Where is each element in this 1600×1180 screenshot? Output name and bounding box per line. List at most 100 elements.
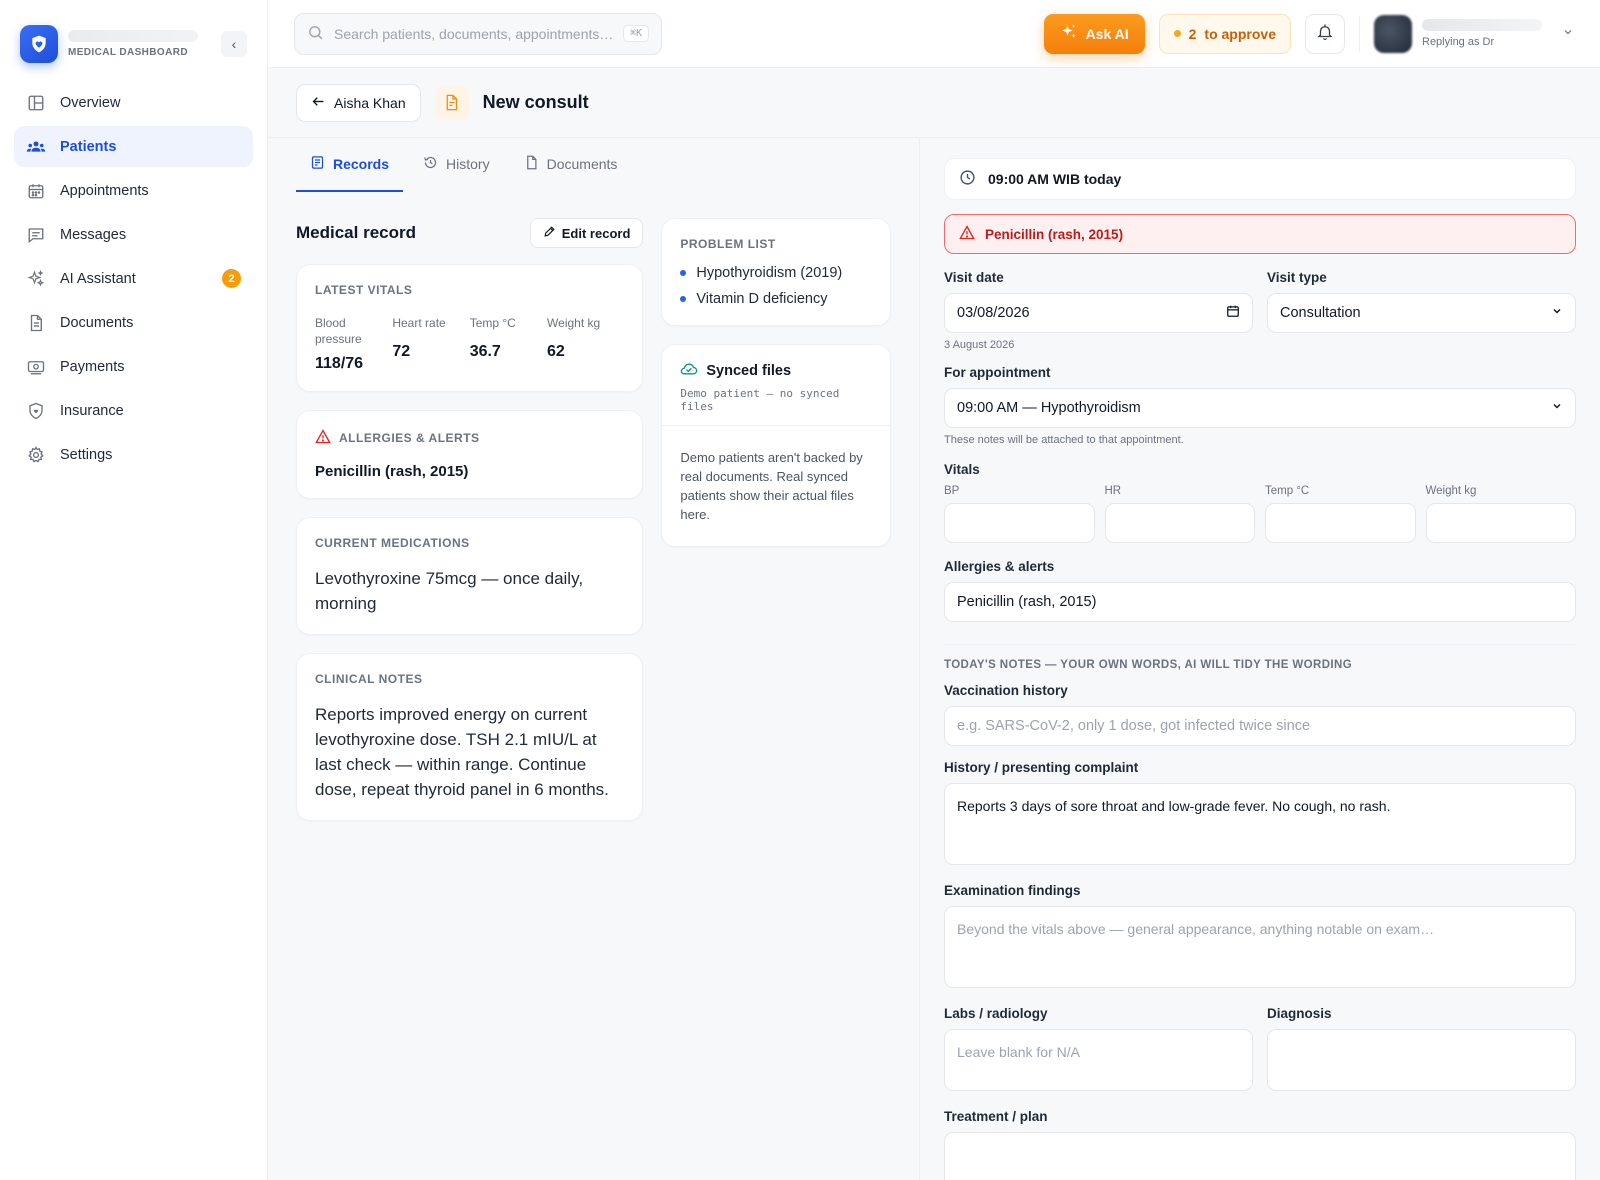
- approve-dot: [1173, 30, 1181, 37]
- hr-field: HR: [1104, 485, 1255, 543]
- visit-date-field: Visit date 03/08/2026 3 August 2026: [944, 270, 1253, 351]
- vaccination-field: Vaccination history: [944, 683, 1576, 746]
- tab-label: Documents: [546, 156, 618, 172]
- search-input[interactable]: [334, 25, 613, 42]
- weight-input[interactable]: [1425, 503, 1576, 543]
- approve-label: to approve: [1204, 25, 1276, 42]
- records-icon: [310, 155, 325, 173]
- vital-weight: Weight kg 62: [547, 315, 624, 373]
- back-to-patient-button[interactable]: Aisha Khan: [296, 83, 421, 122]
- bp-label: BP: [944, 485, 960, 497]
- vaccination-input[interactable]: [944, 706, 1576, 746]
- vital-blood-pressure: Blood pressure 118/76: [315, 315, 392, 373]
- medical-record-title: Medical record: [296, 223, 416, 242]
- vitals-card-label: LATEST VITALS: [315, 283, 413, 297]
- tab-documents[interactable]: Documents: [510, 138, 632, 192]
- sidebar-item-messages[interactable]: Messages: [14, 214, 253, 255]
- ask-ai-button[interactable]: Ask AI: [1043, 13, 1145, 54]
- notifications-button[interactable]: [1305, 13, 1345, 54]
- labs-field: Labs / radiology: [944, 1006, 1253, 1091]
- sidebar-item-label: Payments: [60, 358, 125, 375]
- calendar-icon: [1226, 304, 1240, 322]
- sidebar-item-payments[interactable]: Payments: [14, 346, 253, 387]
- records-columns: Medical record Edit record LATEST VITALS…: [296, 218, 891, 839]
- exam-textarea[interactable]: [944, 906, 1576, 988]
- ask-ai-label: Ask AI: [1085, 25, 1129, 42]
- sparkle-icon: [1060, 23, 1078, 44]
- search-box[interactable]: ⌘K: [294, 12, 662, 55]
- medications-card-label: CURRENT MEDICATIONS: [315, 536, 470, 550]
- visit-type-value: Consultation: [1280, 305, 1361, 321]
- list-item: Hypothyroidism (2019): [680, 265, 872, 281]
- bp-input[interactable]: [944, 503, 1095, 543]
- user-name-redacted: [1422, 19, 1542, 31]
- clinical-notes-card: CLINICAL NOTES Reports improved energy o…: [296, 653, 644, 821]
- tab-history[interactable]: History: [409, 138, 504, 192]
- temp-input[interactable]: [1265, 503, 1416, 543]
- history-icon: [423, 155, 438, 173]
- temp-label: Temp °C: [1265, 485, 1310, 497]
- to-approve-button[interactable]: 2 to approve: [1158, 13, 1291, 54]
- content-body: Records History Documents Medical record…: [268, 138, 1600, 1180]
- clock-icon: [959, 169, 976, 189]
- visit-row: Visit date 03/08/2026 3 August 2026 Visi…: [944, 270, 1576, 351]
- history-field: History / presenting complaint Reports 3…: [944, 760, 1576, 865]
- treatment-textarea[interactable]: [944, 1132, 1576, 1180]
- appointment-select[interactable]: 09:00 AM — Hypothyroidism: [944, 388, 1576, 428]
- tab-records[interactable]: Records: [296, 138, 404, 192]
- sidebar-item-overview[interactable]: Overview: [14, 82, 253, 123]
- ai-assistant-badge: 2: [222, 269, 241, 288]
- medications-card: CURRENT MEDICATIONS Levothyroxine 75mcg …: [296, 517, 644, 635]
- tab-label: History: [446, 156, 490, 172]
- vitals-grid: Blood pressure 118/76 Heart rate 72 Temp…: [315, 315, 624, 373]
- sidebar-item-ai-assistant[interactable]: AI Assistant 2: [14, 258, 253, 299]
- collapse-sidebar-button[interactable]: ‹: [221, 31, 247, 57]
- bell-icon: [1316, 23, 1334, 44]
- visit-type-field: Visit type Consultation: [1267, 270, 1576, 351]
- brand-subtitle: MEDICAL DASHBOARD: [68, 47, 188, 58]
- allergies-input[interactable]: [944, 582, 1576, 622]
- payment-icon: [26, 357, 46, 377]
- appointment-field: For appointment 09:00 AM — Hypothyroidis…: [944, 365, 1576, 446]
- labs-textarea[interactable]: [944, 1029, 1253, 1091]
- records-panel: Records History Documents Medical record…: [268, 138, 920, 1180]
- appointment-time: 09:00 AM WIB today: [988, 171, 1122, 187]
- diagnosis-textarea[interactable]: [1267, 1029, 1576, 1091]
- search-shortcut: ⌘K: [622, 25, 649, 42]
- chevron-down-icon: [1551, 305, 1563, 321]
- sidebar: MEDICAL DASHBOARD ‹ Overview Patients Ap…: [0, 0, 268, 1180]
- gear-icon: [26, 445, 46, 465]
- vital-temperature: Temp °C 36.7: [470, 315, 547, 373]
- hr-input[interactable]: [1104, 503, 1255, 543]
- avatar: [1374, 14, 1412, 53]
- visit-date-input[interactable]: 03/08/2026: [944, 293, 1253, 333]
- medical-record-header: Medical record Edit record: [296, 218, 644, 248]
- user-menu[interactable]: Replying as Dr: [1374, 14, 1574, 53]
- chevron-left-icon: ‹: [231, 36, 237, 52]
- bullet: [680, 270, 687, 276]
- clinical-notes-label: CLINICAL NOTES: [315, 672, 423, 686]
- sidebar-item-label: Patients: [60, 138, 117, 155]
- sidebar-nav: Overview Patients Appointments Messages …: [14, 82, 253, 475]
- visit-date-value: 03/08/2026: [957, 305, 1030, 321]
- sidebar-item-label: Overview: [60, 94, 121, 111]
- weight-label: Weight kg: [1425, 485, 1477, 497]
- users-icon: [26, 137, 46, 157]
- allergy-alert-text: Penicillin (rash, 2015): [985, 226, 1124, 242]
- sidebar-item-insurance[interactable]: Insurance: [14, 390, 253, 431]
- side-column: PROBLEM LIST Hypothyroidism (2019) Vitam…: [661, 218, 891, 839]
- vitals-inputs-row: BP HR Temp °C Weight kg: [944, 485, 1576, 543]
- sidebar-item-settings[interactable]: Settings: [14, 434, 253, 475]
- sidebar-item-patients[interactable]: Patients: [14, 126, 253, 167]
- todays-notes-caption: TODAY'S NOTES — YOUR OWN WORDS, AI WILL …: [944, 644, 1576, 671]
- sidebar-item-label: Appointments: [60, 182, 149, 199]
- visit-type-select[interactable]: Consultation: [1267, 293, 1576, 333]
- history-textarea[interactable]: Reports 3 days of sore throat and low-gr…: [944, 783, 1576, 865]
- visit-date-long: 3 August 2026: [944, 339, 1015, 351]
- brand-name-redacted: [68, 30, 198, 42]
- edit-record-button[interactable]: Edit record: [529, 218, 644, 248]
- sidebar-item-appointments[interactable]: Appointments: [14, 170, 253, 211]
- sidebar-item-documents[interactable]: Documents: [14, 302, 253, 343]
- message-icon: [26, 225, 46, 245]
- consult-note-icon: [434, 85, 469, 120]
